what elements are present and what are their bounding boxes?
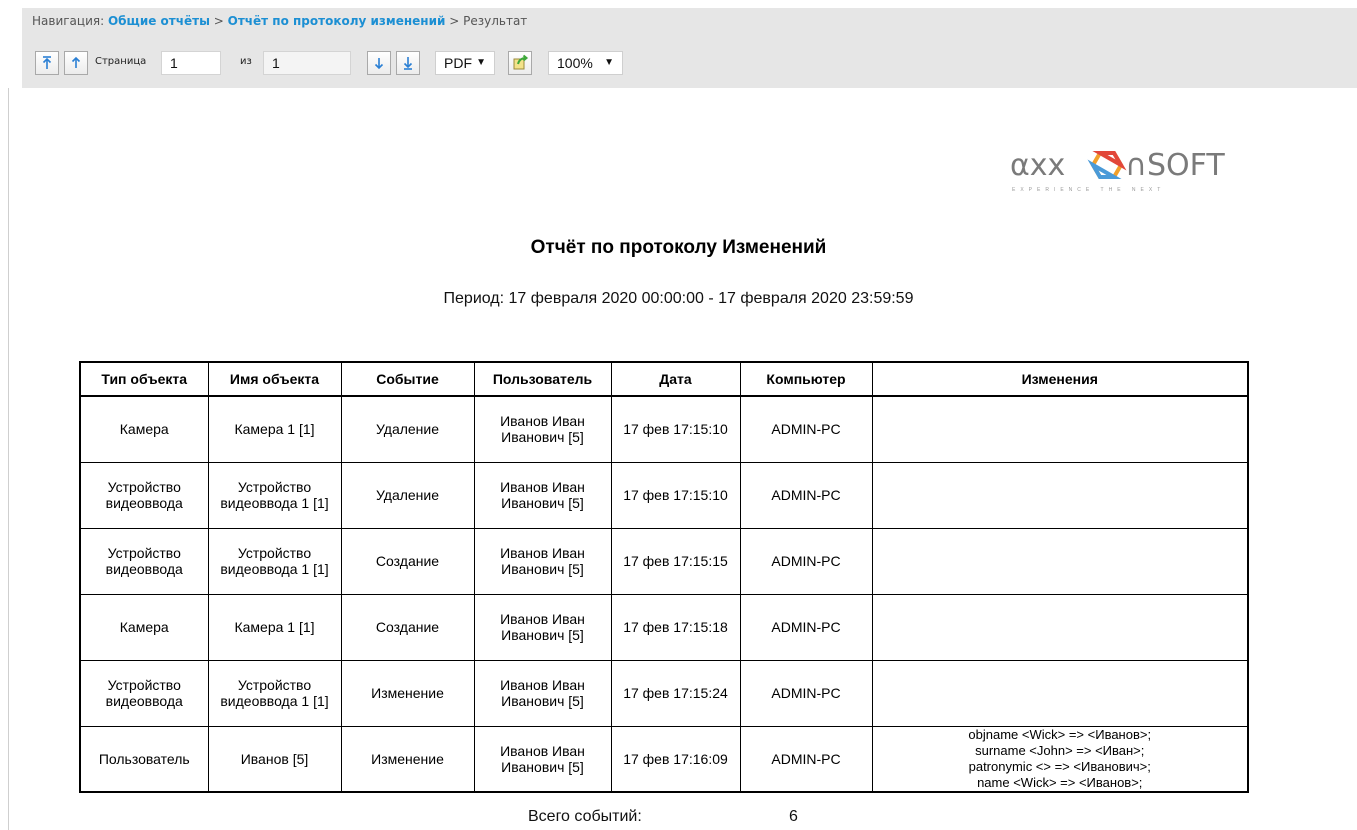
page-label: Страница bbox=[95, 56, 147, 67]
table-cell: 17 фев 17:15:10 bbox=[610, 461, 741, 529]
table-row: Устройство видеоввода Устройство видеовво… bbox=[79, 659, 1249, 727]
next-page-button[interactable] bbox=[367, 51, 391, 75]
report-period: Период: 17 февраля 2020 00:00:00 - 17 фе… bbox=[443, 290, 914, 307]
breadcrumb-separator: > bbox=[449, 14, 460, 28]
column-header: Дата bbox=[610, 362, 741, 397]
breadcrumb-separator: > bbox=[213, 14, 224, 28]
table-cell bbox=[871, 593, 1249, 661]
chevron-down-icon: ▼ bbox=[604, 57, 614, 68]
zoom-value: 100% bbox=[557, 55, 593, 71]
table-cell: ADMIN-PC bbox=[739, 725, 873, 793]
first-page-icon bbox=[42, 56, 52, 69]
table-cell: Устройство видеоввода bbox=[79, 461, 209, 529]
export-format-value: PDF bbox=[444, 55, 472, 71]
changes-table: Тип объекта Имя объекта Событие Пользова… bbox=[79, 361, 1249, 793]
table-cell: Устройство видеоввода bbox=[79, 659, 209, 727]
breadcrumb-link-changes-report[interactable]: Отчёт по протоколу изменений bbox=[228, 14, 446, 28]
table-cell bbox=[871, 395, 1249, 463]
table-row: Камера Камера 1 [1] Удаление Иванов Иван Ив… bbox=[79, 395, 1249, 463]
page-number-input[interactable]: 1 bbox=[161, 51, 221, 75]
table-cell: Иванов [5] bbox=[207, 725, 342, 793]
first-page-button[interactable] bbox=[35, 51, 59, 75]
table-cell: Камера 1 [1] bbox=[207, 395, 342, 463]
column-header: Имя объекта bbox=[207, 362, 342, 397]
table-cell: ADMIN-PC bbox=[739, 593, 873, 661]
table-cell: 17 фев 17:16:09 bbox=[610, 725, 741, 793]
table-cell: 17 фев 17:15:18 bbox=[610, 593, 741, 661]
report-title: Отчёт по протоколу Изменений bbox=[530, 237, 827, 258]
table-cell: 17 фев 17:15:15 bbox=[610, 527, 741, 595]
export-button[interactable] bbox=[508, 51, 532, 75]
table-cell: Пользователь bbox=[79, 725, 209, 793]
table-cell: Устройство видеоввода 1 [1] bbox=[207, 527, 342, 595]
table-cell bbox=[871, 461, 1249, 529]
last-page-button[interactable] bbox=[396, 51, 420, 75]
table-cell: Устройство видеоввода bbox=[79, 527, 209, 595]
table-cell: Камера bbox=[79, 593, 209, 661]
export-format-select[interactable]: PDF ▼ bbox=[435, 51, 495, 75]
column-header: Изменения bbox=[871, 362, 1249, 397]
column-header: Тип объекта bbox=[79, 362, 209, 397]
column-header: Компьютер bbox=[739, 362, 873, 397]
total-events-value: 6 bbox=[789, 808, 798, 825]
table-cell: Удаление bbox=[340, 461, 475, 529]
svg-text:∩SOFT: ∩SOFT bbox=[1125, 148, 1225, 183]
table-cell: 17 фев 17:15:24 bbox=[610, 659, 741, 727]
table-cell: ADMIN-PC bbox=[739, 395, 873, 463]
table-cell bbox=[871, 527, 1249, 595]
table-cell: Иванов Иван Иванович [5] bbox=[473, 593, 612, 661]
last-page-icon bbox=[403, 57, 413, 70]
table-row: Камера Камера 1 [1] Создание Иванов Иван Ив… bbox=[79, 593, 1249, 661]
table-cell: Изменение bbox=[340, 659, 475, 727]
of-label: из bbox=[240, 56, 252, 67]
table-cell: 17 фев 17:15:10 bbox=[610, 395, 741, 463]
table-cell: ADMIN-PC bbox=[739, 461, 873, 529]
table-cell: Камера 1 [1] bbox=[207, 593, 342, 661]
total-pages-field: 1 bbox=[263, 51, 351, 75]
breadcrumb-prefix: Навигация: bbox=[32, 14, 105, 28]
breadcrumb-link-general-reports[interactable]: Общие отчёты bbox=[108, 14, 210, 28]
table-cell: Устройство видеоввода 1 [1] bbox=[207, 659, 342, 727]
table-cell: ADMIN-PC bbox=[739, 659, 873, 727]
zoom-select[interactable]: 100% ▼ bbox=[548, 51, 623, 75]
column-header: Событие bbox=[340, 362, 475, 397]
table-cell: Изменение bbox=[340, 725, 475, 793]
table-cell: objname <Wick> => <Иванов>; surname <Joh… bbox=[871, 725, 1249, 793]
previous-page-button[interactable] bbox=[64, 51, 88, 75]
table-cell bbox=[871, 659, 1249, 727]
table-cell: Создание bbox=[340, 527, 475, 595]
total-events-label: Всего событий: bbox=[528, 808, 642, 825]
arrow-down-icon bbox=[374, 58, 384, 70]
export-icon bbox=[513, 54, 529, 70]
axxonsoft-logo: αxx ∩SOFT EXPERIENCE THE NEXT bbox=[1010, 145, 1250, 195]
report-toolbar: Страница 1 из 1 PDF ▼ 100% ▼ bbox=[22, 34, 1357, 88]
table-cell: Иванов Иван Иванович [5] bbox=[473, 395, 612, 463]
chevron-down-icon: ▼ bbox=[476, 57, 486, 68]
table-cell: Устройство видеоввода 1 [1] bbox=[207, 461, 342, 529]
logo-tagline: EXPERIENCE THE NEXT bbox=[1012, 187, 1166, 193]
table-header-row: Тип объекта Имя объекта Событие Пользова… bbox=[79, 362, 1249, 397]
table-cell: ADMIN-PC bbox=[739, 527, 873, 595]
arrow-up-icon bbox=[71, 56, 81, 68]
table-row: Устройство видеоввода Устройство видеовво… bbox=[79, 461, 1249, 529]
table-cell: Иванов Иван Иванович [5] bbox=[473, 659, 612, 727]
table-row: Устройство видеоввода Устройство видеовво… bbox=[79, 527, 1249, 595]
column-header: Пользователь bbox=[473, 362, 612, 397]
svg-text:αxx: αxx bbox=[1010, 148, 1065, 183]
breadcrumb-current: Результат bbox=[463, 14, 528, 28]
table-row: Пользователь Иванов [5] Изменение Иванов Ив… bbox=[79, 725, 1249, 793]
table-cell: Иванов Иван Иванович [5] bbox=[473, 527, 612, 595]
table-cell: Создание bbox=[340, 593, 475, 661]
table-cell: Иванов Иван Иванович [5] bbox=[473, 725, 612, 793]
breadcrumb: Навигация: Общие отчёты > Отчёт по прото… bbox=[22, 8, 1357, 34]
table-cell: Удаление bbox=[340, 395, 475, 463]
table-cell: Камера bbox=[79, 395, 209, 463]
table-cell: Иванов Иван Иванович [5] bbox=[473, 461, 612, 529]
